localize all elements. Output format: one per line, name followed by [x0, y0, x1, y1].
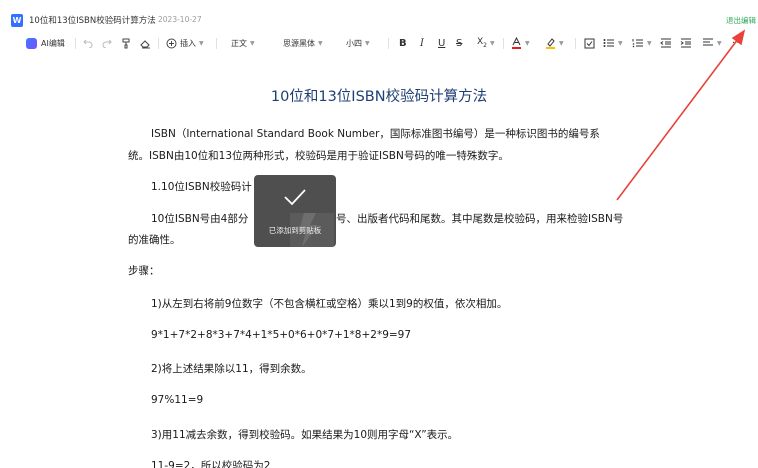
annotation-arrow: [616, 29, 746, 201]
